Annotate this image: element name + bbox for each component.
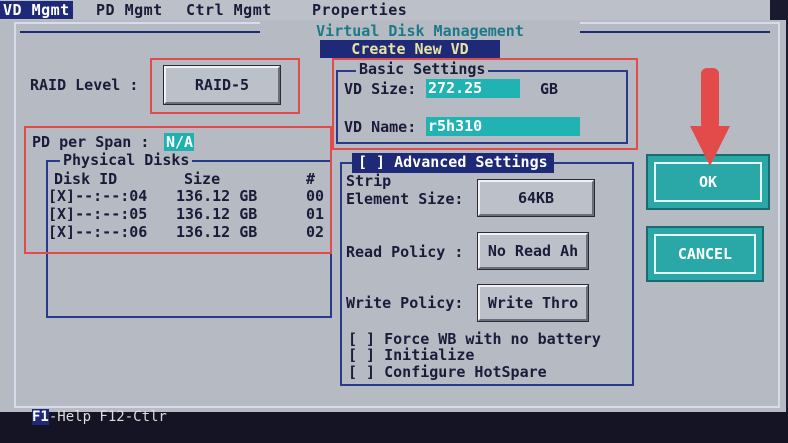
element-size-label: Element Size: — [346, 190, 464, 208]
menu-properties[interactable]: Properties — [312, 1, 407, 19]
cancel-button-label: CANCEL — [654, 234, 756, 274]
f1-key: F1 — [32, 409, 49, 425]
status-help-text: -Help F12-Ctlr — [48, 409, 167, 425]
status-text: F1-Help F12-Ctlr — [32, 409, 167, 425]
write-policy-label: Write Policy: — [346, 294, 464, 312]
menu-vd-mgmt[interactable]: VD Mgmt — [0, 1, 73, 19]
strip-label: Strip — [346, 172, 392, 190]
dialog-subtitle: Create New VD — [320, 40, 500, 58]
advanced-settings-toggle[interactable]: [ ] Advanced Settings — [352, 153, 554, 173]
menu-pd-mgmt[interactable]: PD Mgmt — [96, 1, 163, 19]
initialize-checkbox[interactable]: [ ] Initialize — [348, 346, 474, 364]
basic-highlight-box — [332, 58, 638, 150]
raid-level-label: RAID Level : — [30, 76, 139, 94]
menu-bar: VD Mgmt PD Mgmt Ctrl Mgmt Properties — [0, 0, 770, 20]
write-policy-button[interactable]: Write Thro — [478, 285, 588, 321]
read-policy-label: Read Policy : — [346, 243, 464, 261]
cancel-button[interactable]: CANCEL — [646, 226, 764, 282]
annotation-arrow-icon — [690, 68, 730, 166]
read-policy-button[interactable]: No Read Ah — [478, 233, 588, 269]
raid-highlight-box — [150, 58, 300, 114]
screen: VD Mgmt PD Mgmt Ctrl Mgmt Properties Vir… — [0, 0, 788, 443]
strip-size-button[interactable]: 64KB — [478, 180, 594, 216]
disks-highlight-box — [24, 126, 332, 254]
menu-ctrl-mgmt[interactable]: Ctrl Mgmt — [186, 1, 272, 19]
hotspare-checkbox[interactable]: [ ] Configure HotSpare — [348, 363, 547, 381]
window-title: Virtual Disk Management — [260, 22, 580, 40]
